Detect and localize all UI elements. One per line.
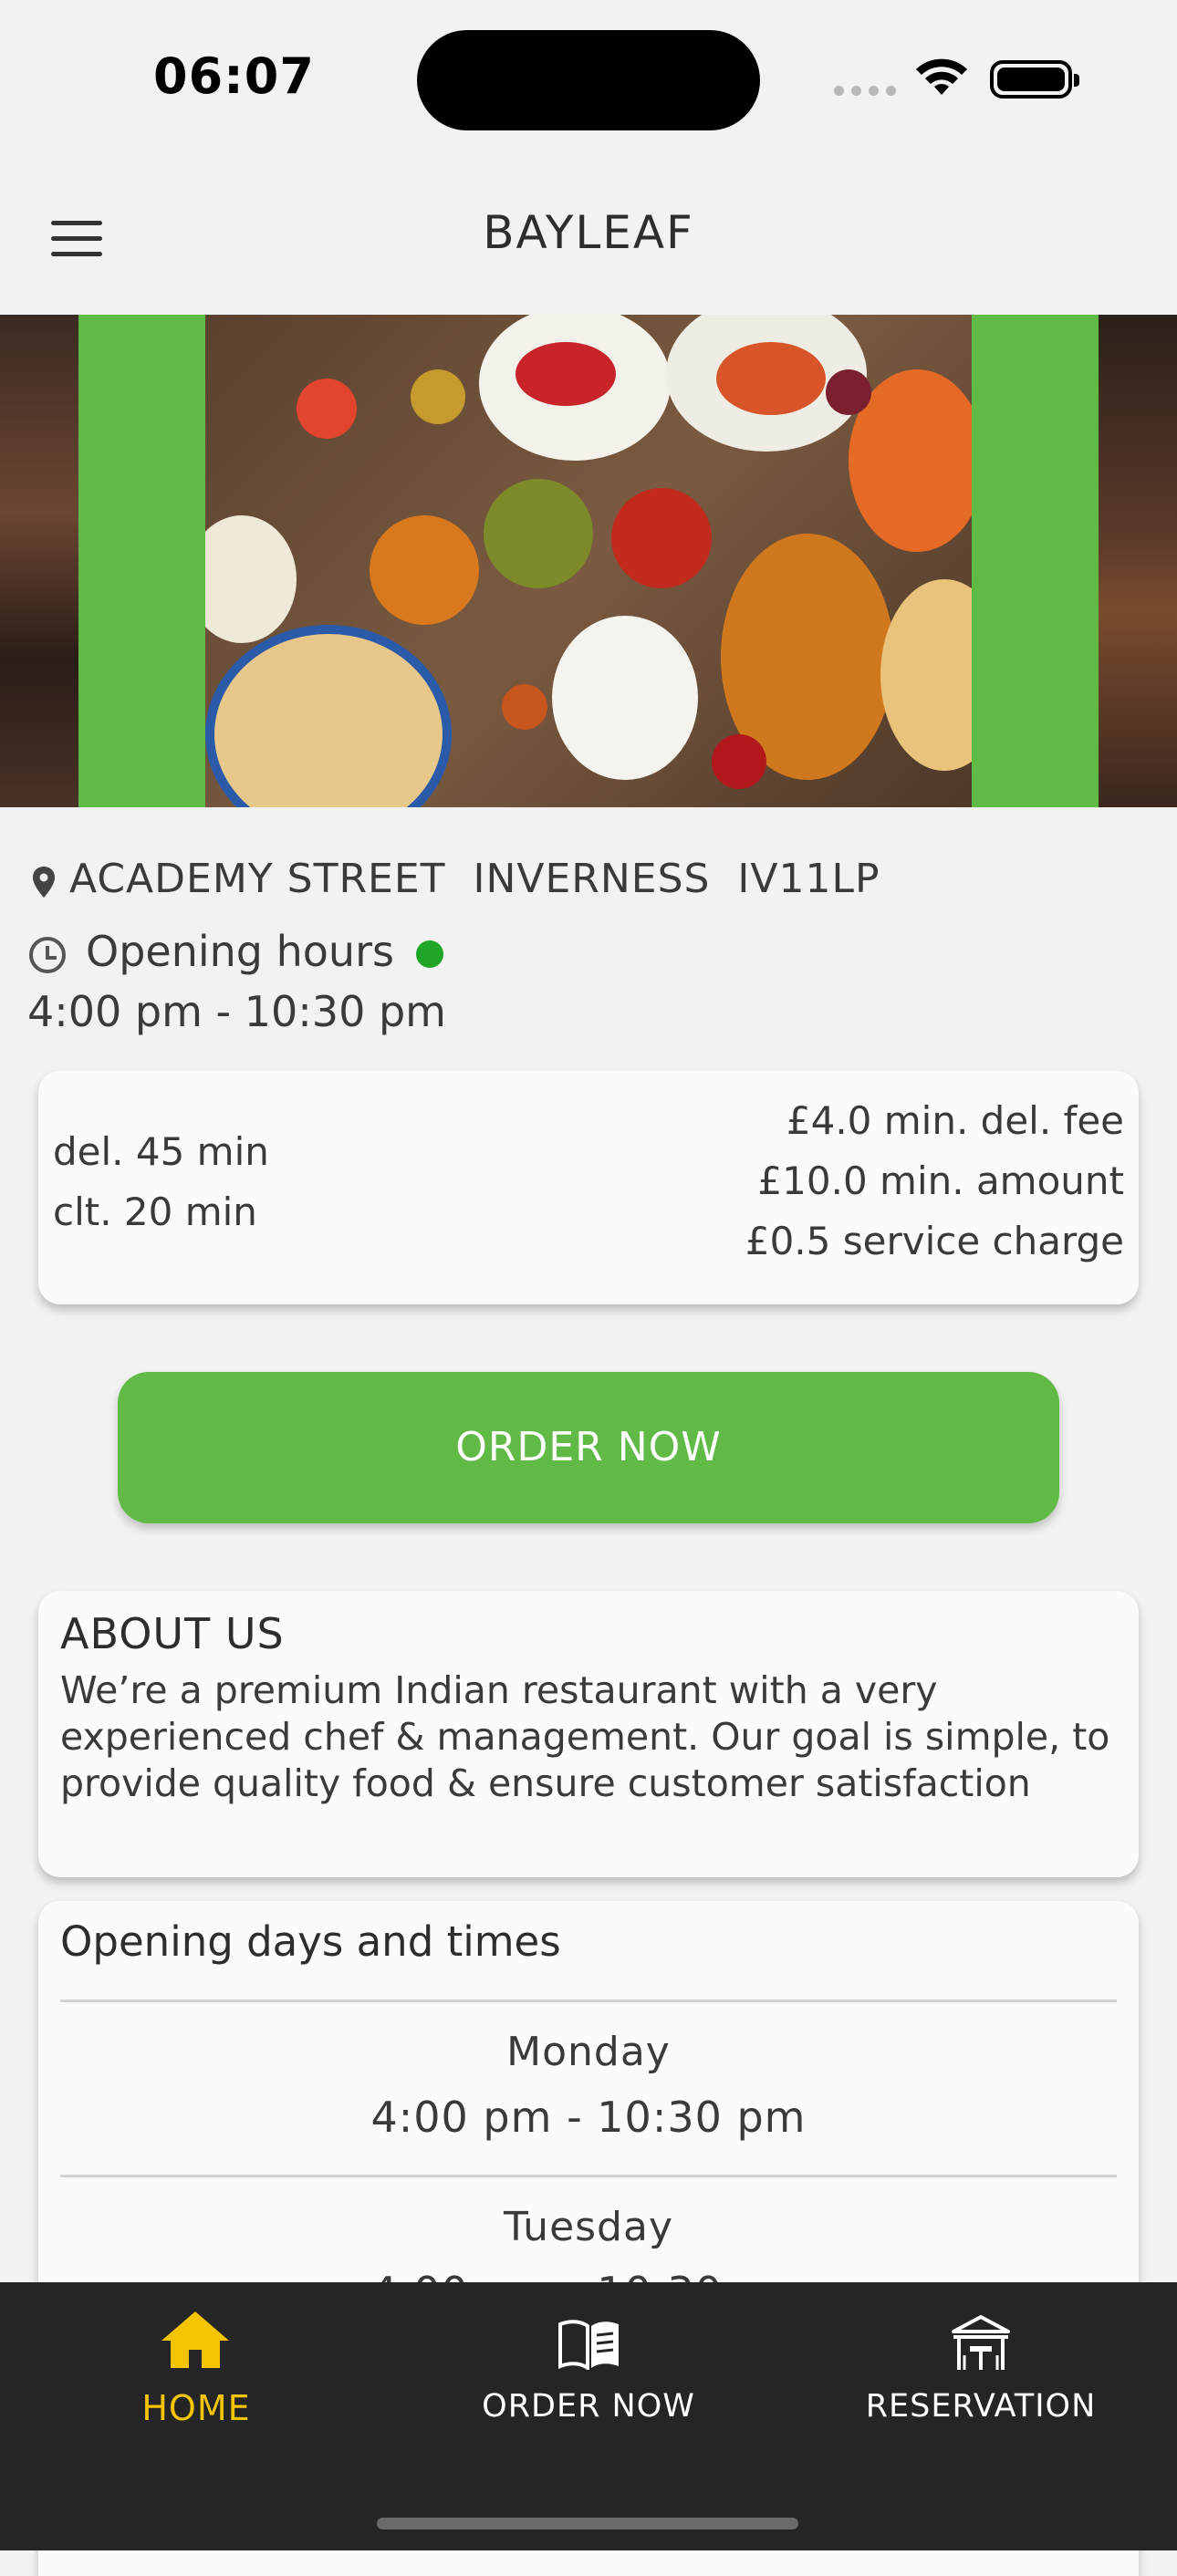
day-time: 4:00 pm - 10:30 pm: [370, 2093, 807, 2142]
banner-edge-right: [1099, 315, 1177, 807]
about-us-text: We’re a premium Indian restaurant with a…: [60, 1668, 1110, 1805]
about-us-card: ABOUT US We’re a premium Indian restaura…: [38, 1591, 1139, 1877]
food-image: [205, 315, 972, 807]
clock-icon: [29, 937, 66, 973]
tab-reservation-label: RESERVATION: [865, 2388, 1097, 2425]
divider: [60, 2175, 1117, 2177]
tab-order-now[interactable]: ORDER NOW: [429, 2282, 748, 2437]
menu-book-icon: [558, 2320, 619, 2370]
divider: [60, 2000, 1117, 2002]
tab-home[interactable]: HOME: [36, 2282, 356, 2437]
delivery-time: del. 45 min: [53, 1129, 269, 1174]
page-title: BAYLEAF: [483, 206, 694, 259]
status-bar: 06:07: [0, 0, 1177, 155]
wifi-icon: [916, 58, 967, 95]
tab-home-label: HOME: [141, 2388, 251, 2428]
status-time: 06:07: [153, 47, 315, 105]
open-status-indicator: [416, 940, 443, 968]
collection-time: clt. 20 min: [53, 1189, 257, 1234]
dynamic-island: [417, 30, 760, 130]
delivery-info-card: del. 45 min clt. 20 min £4.0 min. del. f…: [38, 1071, 1139, 1304]
location-pin-icon: [33, 867, 55, 898]
order-now-button[interactable]: ORDER NOW: [118, 1372, 1059, 1523]
restaurant-banner: [0, 315, 1177, 807]
about-us-heading: ABOUT US: [60, 1609, 285, 1658]
day-name: Monday: [506, 2029, 671, 2075]
battery-icon: [990, 60, 1079, 99]
app-header: BAYLEAF: [0, 155, 1177, 315]
bottom-tab-bar: HOME ORDER NOW RESERVATION: [0, 2282, 1177, 2550]
restaurant-address: ACADEMY STREET INVERNESS IV11LP: [69, 856, 880, 902]
banner-edge-left: [0, 315, 78, 807]
restaurant-table-icon: [952, 2315, 1010, 2370]
tab-reservation[interactable]: RESERVATION: [821, 2282, 1141, 2437]
min-order-amount: £10.0 min. amount: [757, 1158, 1124, 1203]
tab-order-now-label: ORDER NOW: [482, 2388, 695, 2425]
opening-hours-label: Opening hours: [86, 927, 394, 976]
opening-days-heading: Opening days and times: [60, 1917, 561, 1966]
opening-hours-value: 4:00 pm - 10:30 pm: [27, 987, 446, 1036]
day-name: Tuesday: [503, 2204, 673, 2250]
home-indicator: [377, 2518, 798, 2529]
home-icon: [161, 2311, 229, 2368]
min-delivery-fee: £4.0 min. del. fee: [786, 1098, 1124, 1143]
service-charge: £0.5 service charge: [745, 1219, 1124, 1263]
